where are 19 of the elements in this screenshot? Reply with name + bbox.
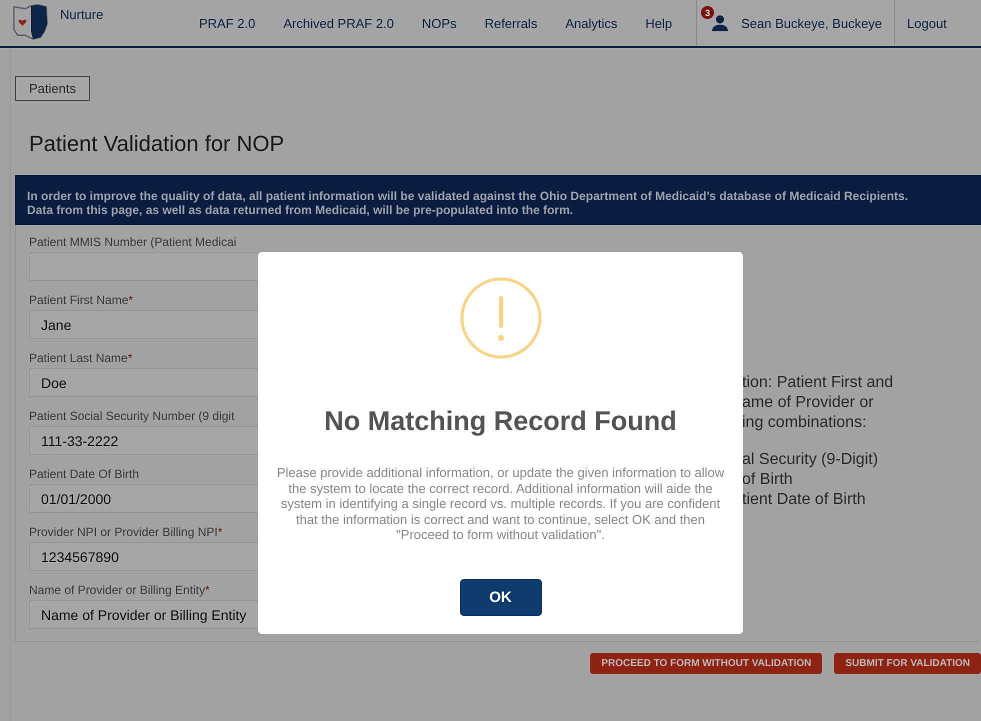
field-label: Patient Date Of Birth (29, 467, 140, 481)
field-label: Patient MMIS Number (Patient Medicai (29, 235, 236, 249)
info-text: of Birth (742, 470, 794, 490)
field-label: Patient Last Name* (29, 351, 132, 365)
field-label: Provider NPI or Provider Billing NPI* (29, 525, 222, 539)
dialog-title: No Matching Record Found (324, 406, 677, 437)
info-text: ing combinations: (742, 413, 868, 433)
info-text: al Security (9-Digit) (742, 450, 880, 470)
field-label: Patient Social Security Number (9 digit (29, 409, 234, 423)
dialog-message: Please provide additional information, or update the given information to allow the system to locate the correct record. Additional information will aide the system in identifying a single record vs. multiple records. If you are confident that the information is correct and want to continue, select OK and then "Proceed to form without validation". (276, 465, 726, 542)
info-text: ame of Provider or (742, 393, 875, 413)
field-label: Name of Provider or Billing Entity* (29, 583, 210, 597)
user-name: Sean Buckeye, Buckeye (741, 16, 882, 30)
notification-badge: 3 (701, 6, 714, 19)
page-title: Patient Validation for NOP (29, 131, 286, 157)
info-banner: In order to improve the quality of data, all patient information will be validated against the Ohio Department of Medicaid’s database of Medicaid Recipients. Data from this page, as well as data returned from Medicaid, will be pre-populated into the form. (15, 175, 981, 225)
info-text: tion: Patient First and (742, 373, 894, 393)
info-text: tient Date of Birth (742, 490, 867, 510)
field-label: Patient First Name* (29, 293, 134, 307)
